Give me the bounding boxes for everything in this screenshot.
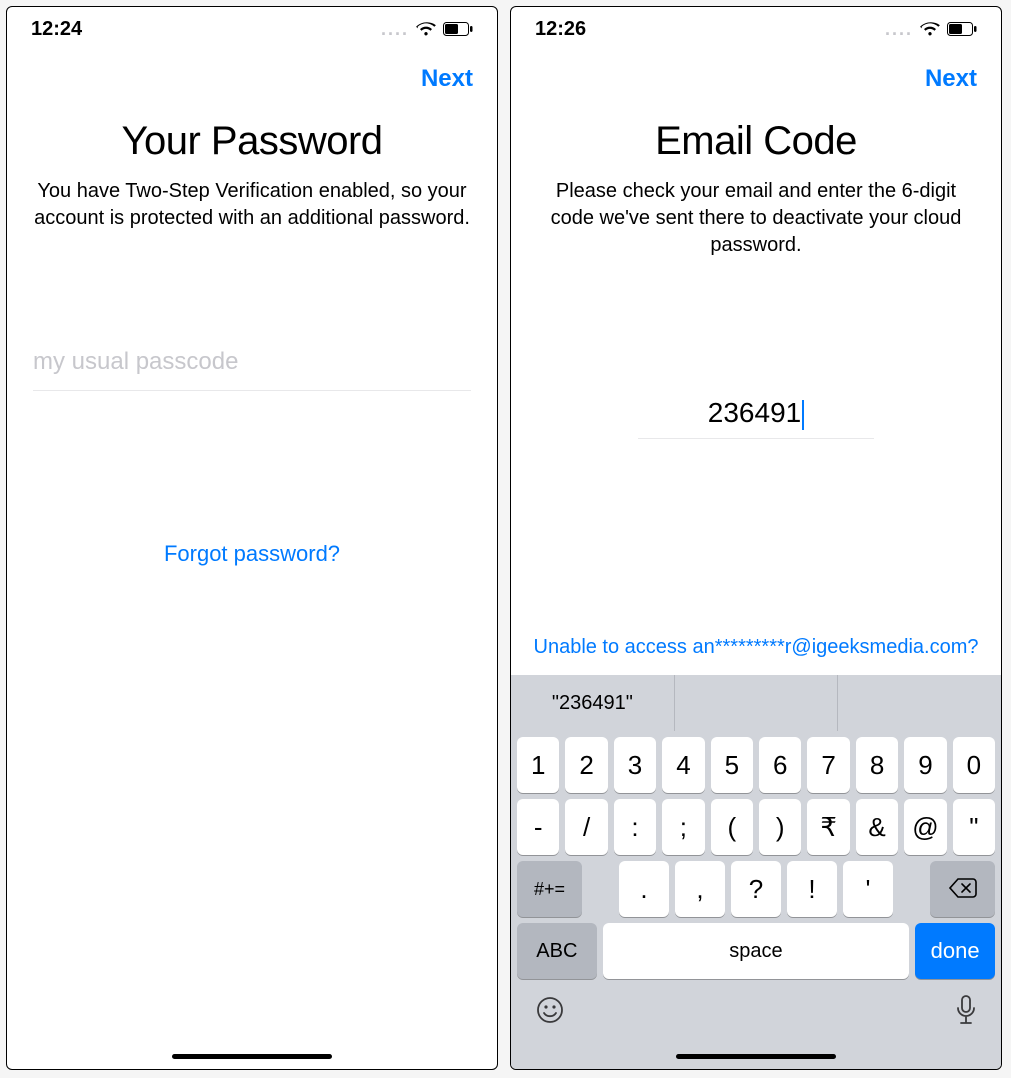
key-amp[interactable]: & [856,799,898,855]
forgot-password-link[interactable]: Forgot password? [7,541,497,567]
page-subtitle: Please check your email and enter the 6-… [511,164,1001,259]
key-backspace[interactable] [930,861,995,917]
key-row-3: #+= . , ? ! ' [511,855,1001,917]
key-paren-open[interactable]: ( [711,799,753,855]
key-quote[interactable]: " [953,799,995,855]
mic-icon[interactable] [955,995,977,1025]
key-4[interactable]: 4 [662,737,704,793]
key-9[interactable]: 9 [904,737,946,793]
key-exclaim[interactable]: ! [787,861,837,917]
wifi-icon [415,21,437,37]
key-slash[interactable]: / [565,799,607,855]
status-time: 12:26 [535,18,586,41]
key-alt-symbols[interactable]: #+= [517,861,582,917]
key-8[interactable]: 8 [856,737,898,793]
status-right: .... [381,20,473,38]
wifi-icon [919,21,941,37]
key-row-1: 1 2 3 4 5 6 7 8 9 0 [511,731,1001,793]
key-row-4: ABC space done [511,917,1001,979]
battery-icon [947,22,977,36]
key-7[interactable]: 7 [807,737,849,793]
status-bar: 12:26 .... [511,7,1001,51]
status-time: 12:24 [31,18,82,41]
key-colon[interactable]: : [614,799,656,855]
code-value: 236491 [708,397,801,428]
emoji-icon[interactable] [535,995,565,1025]
suggestion-empty[interactable] [675,675,839,731]
key-rupee[interactable]: ₹ [807,799,849,855]
cellular-dots-icon: .... [885,20,913,38]
key-row-2: - / : ; ( ) ₹ & @ " [511,793,1001,855]
suggestion-bar: "236491" [511,675,1001,731]
key-abc[interactable]: ABC [517,923,597,979]
suggestion-empty[interactable] [838,675,1001,731]
code-input-wrap: 236491 [511,389,1001,439]
phone-screen-password: 12:24 .... Next Your Password You have T… [6,6,498,1070]
key-3[interactable]: 3 [614,737,656,793]
key-semicolon[interactable]: ; [662,799,704,855]
key-2[interactable]: 2 [565,737,607,793]
nav-bar: Next [7,51,497,101]
key-5[interactable]: 5 [711,737,753,793]
phone-screen-email-code: 12:26 .... Next Email Code Please check … [510,6,1002,1070]
text-caret [802,400,804,430]
status-right: .... [885,20,977,38]
home-indicator[interactable] [172,1054,332,1059]
key-space[interactable]: space [603,923,910,979]
key-0[interactable]: 0 [953,737,995,793]
password-input-wrap [7,342,497,391]
battery-icon [443,22,473,36]
next-button[interactable]: Next [421,65,473,93]
next-button[interactable]: Next [925,65,977,93]
key-done[interactable]: done [915,923,995,979]
unable-access-link[interactable]: Unable to access an*********r@igeeksmedi… [511,636,1001,659]
page-title: Email Code [511,119,1001,164]
key-at[interactable]: @ [904,799,946,855]
code-input[interactable]: 236491 [638,389,874,439]
backspace-icon [949,874,977,905]
key-6[interactable]: 6 [759,737,801,793]
key-1[interactable]: 1 [517,737,559,793]
key-paren-close[interactable]: ) [759,799,801,855]
keyboard: "236491" 1 2 3 4 5 6 7 8 9 0 - / : ; ( )… [511,675,1001,1069]
page-title: Your Password [7,119,497,164]
nav-bar: Next [511,51,1001,101]
key-question[interactable]: ? [731,861,781,917]
key-comma[interactable]: , [675,861,725,917]
cellular-dots-icon: .... [381,20,409,38]
key-period[interactable]: . [619,861,669,917]
key-dash[interactable]: - [517,799,559,855]
suggestion[interactable]: "236491" [511,675,675,731]
password-input[interactable] [33,342,471,391]
home-indicator[interactable] [676,1054,836,1059]
page-subtitle: You have Two-Step Verification enabled, … [7,164,497,232]
key-apostrophe[interactable]: ' [843,861,893,917]
status-bar: 12:24 .... [7,7,497,51]
